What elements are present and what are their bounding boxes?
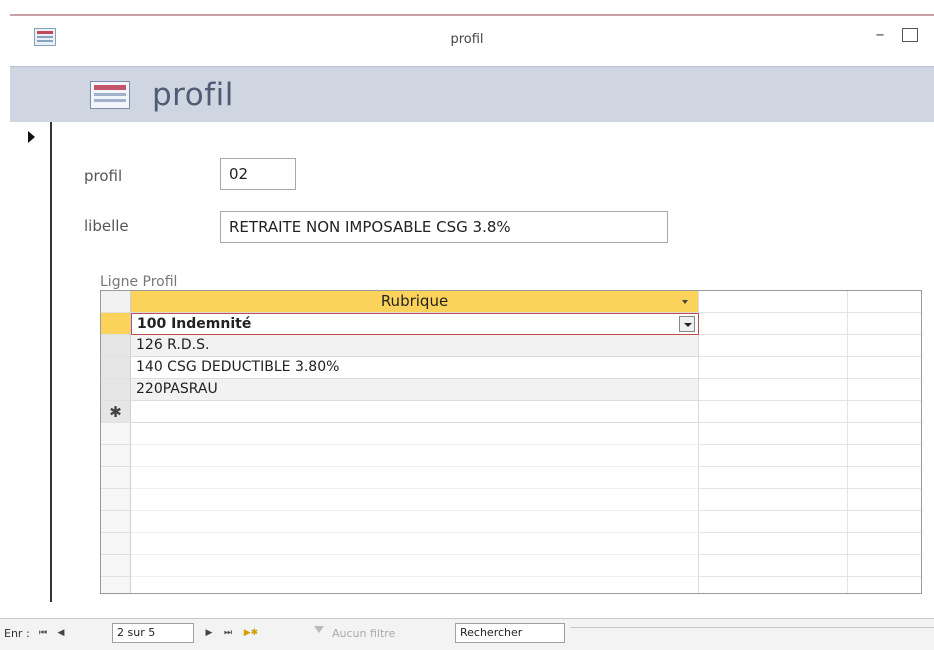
ligne-profil-datasheet[interactable]: Rubrique 100 Indemnité 126 R.D.S. 140 CS… (100, 290, 922, 594)
row-selector[interactable] (101, 335, 131, 357)
filter-icon[interactable] (314, 626, 324, 633)
column-header-rubrique[interactable]: Rubrique (131, 291, 699, 313)
table-row[interactable]: 126 R.D.S. (101, 335, 921, 357)
row-selector[interactable] (101, 379, 131, 401)
current-record-field[interactable]: 2 sur 5 (112, 623, 194, 643)
window-title: profil (450, 32, 484, 47)
subform-label: Ligne Profil (100, 274, 178, 290)
search-field[interactable]: Rechercher (455, 623, 565, 643)
first-record-icon[interactable]: ⏮ (36, 626, 50, 640)
row-selector[interactable] (101, 357, 131, 379)
column-header-row: Rubrique (101, 291, 921, 313)
last-record-icon[interactable]: ⏭ (220, 626, 236, 640)
maximize-button[interactable] (902, 28, 918, 42)
form-header: profil (10, 66, 934, 122)
row-selector[interactable] (101, 313, 131, 335)
table-row[interactable]: 220PASRAU (101, 379, 921, 401)
rubrique-cell[interactable]: 220PASRAU (131, 379, 699, 401)
select-all-button[interactable] (101, 291, 131, 313)
minimize-button[interactable]: – (870, 26, 890, 44)
rubrique-cell[interactable]: 140 CSG DEDUCTIBLE 3.80% (131, 357, 699, 379)
combo-dropdown-icon[interactable] (679, 316, 695, 332)
profil-field[interactable]: 02 (220, 158, 296, 190)
rubrique-cell[interactable] (131, 401, 699, 423)
rubrique-value: 100 Indemnité (137, 316, 252, 332)
new-record-marker-icon: ✱ (101, 401, 131, 423)
form-title: profil (152, 77, 234, 113)
current-record-arrow-icon (28, 131, 35, 143)
profil-label: profil (84, 167, 123, 185)
table-row[interactable]: 140 CSG DEDUCTIBLE 3.80% (101, 357, 921, 379)
next-record-icon[interactable]: ▶ (202, 626, 216, 640)
filter-status[interactable]: Aucun filtre (332, 627, 395, 640)
nav-label: Enr : (4, 627, 30, 640)
column-header-label: Rubrique (380, 292, 449, 310)
column-sort-icon[interactable] (682, 300, 688, 304)
form-icon (90, 81, 130, 109)
libelle-field[interactable]: RETRAITE NON IMPOSABLE CSG 3.8% (220, 211, 668, 243)
horizontal-scrollbar[interactable] (570, 627, 934, 639)
table-row[interactable]: 100 Indemnité (101, 313, 921, 335)
record-selector[interactable] (10, 122, 52, 602)
rubrique-cell[interactable]: 100 Indemnité (131, 313, 699, 335)
rubrique-cell[interactable]: 126 R.D.S. (131, 335, 699, 357)
libelle-label: libelle (84, 217, 129, 235)
previous-record-icon[interactable]: ◀ (54, 626, 68, 640)
new-record-icon[interactable]: ▶✱ (240, 626, 262, 640)
new-record-row[interactable]: ✱ (101, 401, 921, 423)
record-navigation-bar: Enr : ⏮ ◀ 2 sur 5 ▶ ⏭ ▶✱ Aucun filtre Re… (0, 618, 934, 650)
